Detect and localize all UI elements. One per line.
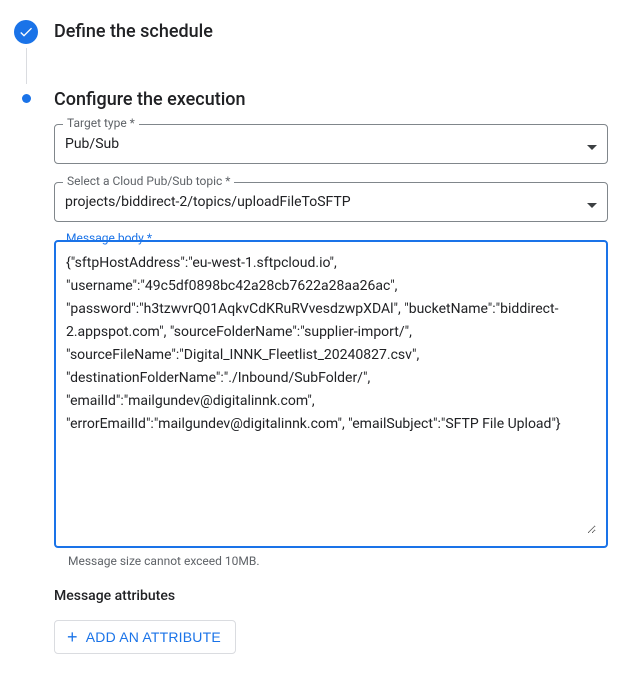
pubsub-topic-select[interactable]: Select a Cloud Pub/Sub topic * projects/… [54, 182, 608, 222]
message-body-helper: Message size cannot exceed 10MB. [68, 554, 608, 568]
message-body-field: Message body * [54, 240, 608, 548]
chevron-down-icon [587, 193, 597, 212]
step2-title: Configure the execution [54, 88, 246, 110]
topic-label: Select a Cloud Pub/Sub topic * [63, 175, 234, 187]
step-configure-execution: Configure the execution [14, 88, 608, 110]
active-dot-icon [22, 94, 31, 103]
add-attribute-label: ADD AN ATTRIBUTE [86, 629, 221, 645]
step1-title: Define the schedule [54, 20, 213, 42]
check-icon [14, 20, 38, 44]
step-connector [26, 48, 27, 84]
plus-icon: + [67, 630, 78, 644]
message-attributes-heading: Message attributes [54, 588, 608, 604]
target-type-value: Pub/Sub [65, 136, 587, 152]
topic-value: projects/biddirect-2/topics/uploadFileTo… [65, 194, 587, 210]
message-body-textarea[interactable] [66, 252, 596, 534]
step-define-schedule[interactable]: Define the schedule [14, 20, 608, 44]
target-type-select[interactable]: Target type * Pub/Sub [54, 124, 608, 164]
add-attribute-button[interactable]: + ADD AN ATTRIBUTE [54, 620, 236, 654]
chevron-down-icon [587, 135, 597, 154]
target-type-label: Target type * [63, 117, 139, 129]
